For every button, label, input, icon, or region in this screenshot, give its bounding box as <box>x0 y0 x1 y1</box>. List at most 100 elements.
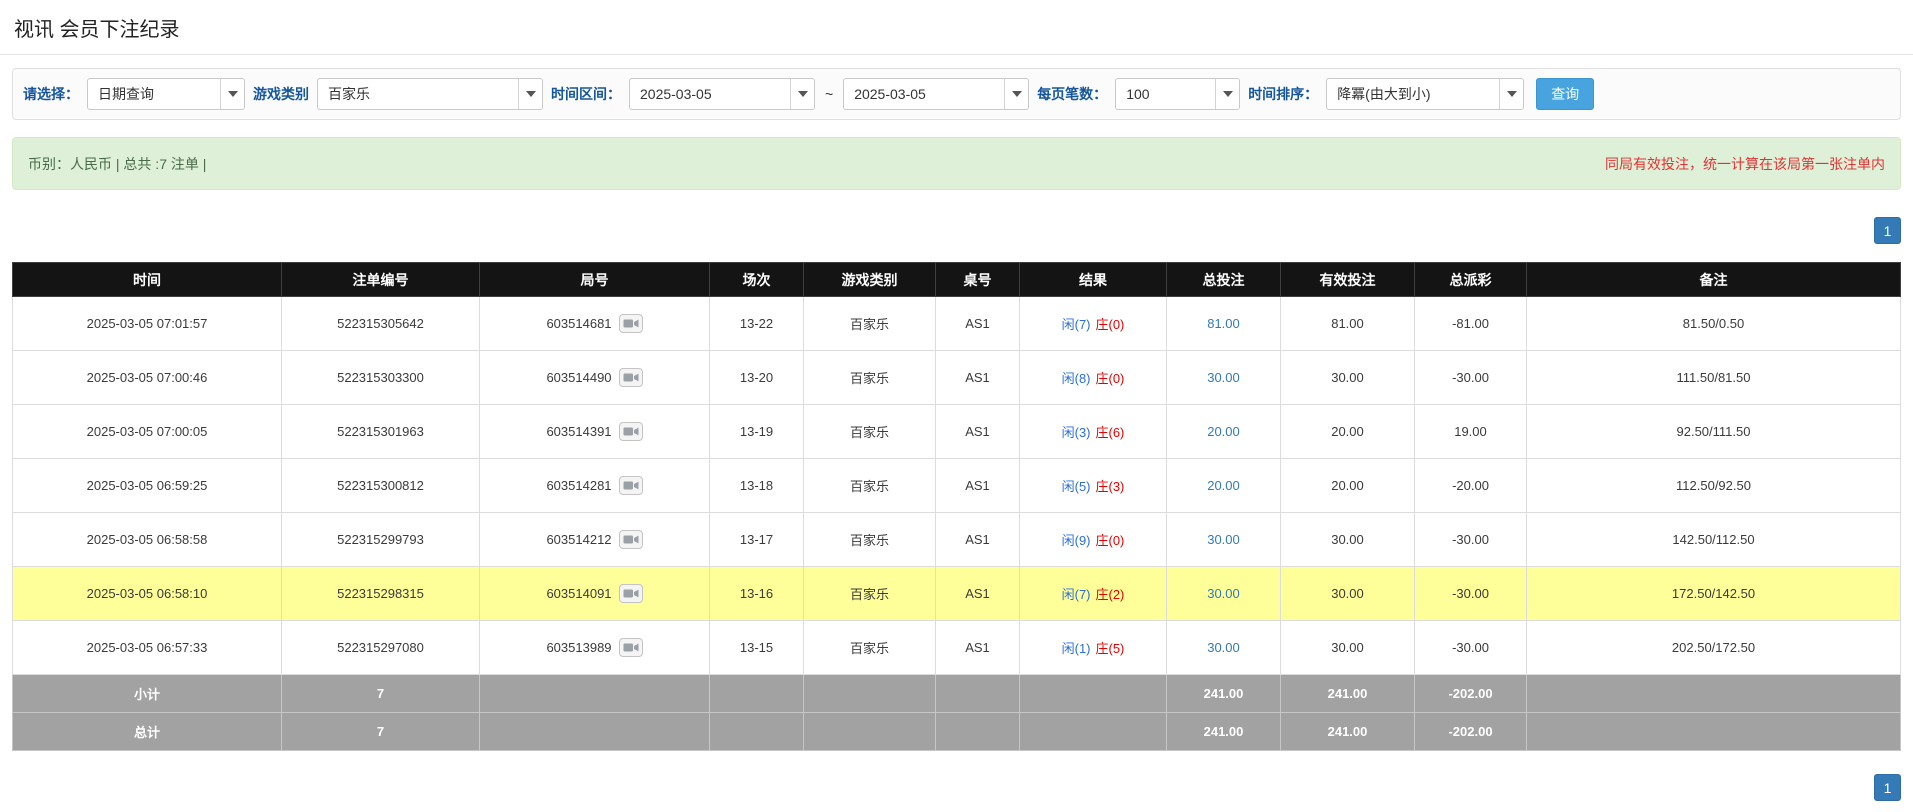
total-bet-link[interactable]: 30.00 <box>1207 586 1240 601</box>
cell-game-type: 百家乐 <box>804 513 936 567</box>
cell-session: 13-15 <box>710 621 804 675</box>
cell-valid-bet: 30.00 <box>1281 513 1415 567</box>
total-bet-link[interactable]: 20.00 <box>1207 424 1240 439</box>
chevron-down-icon[interactable] <box>518 79 542 109</box>
summary-notice: 同局有效投注，统一计算在该局第一张注单内 <box>1605 154 1885 174</box>
empty-cell <box>480 675 710 713</box>
table-row: 2025-03-05 07:01:57 522315305642 6035146… <box>13 297 1901 351</box>
cell-result: 闲(8)庄(0) <box>1020 351 1167 405</box>
column-header: 结果 <box>1020 263 1167 297</box>
per-page-select[interactable]: 100 <box>1115 78 1240 110</box>
cell-bet-id: 522315303300 <box>282 351 480 405</box>
filter-bar: 请选择： 日期查询 游戏类别 百家乐 时间区间： 2025-03-05 ~ 20… <box>12 68 1901 120</box>
chevron-down-icon[interactable] <box>1499 79 1523 109</box>
column-header: 局号 <box>480 263 710 297</box>
summary-bar: 币别：人民币 | 总共 :7 注单 | 同局有效投注，统一计算在该局第一张注单内 <box>12 137 1901 190</box>
cell-valid-bet: 30.00 <box>1281 351 1415 405</box>
cell-game-type: 百家乐 <box>804 567 936 621</box>
cell-bet-id: 522315297080 <box>282 621 480 675</box>
cell-bet-id: 522315298315 <box>282 567 480 621</box>
cell-table-no: AS1 <box>936 567 1020 621</box>
table-row: 2025-03-05 06:59:25 522315300812 6035142… <box>13 459 1901 513</box>
date-to-value: 2025-03-05 <box>844 79 1004 109</box>
cell-bet-id: 522315301963 <box>282 405 480 459</box>
round-number: 603514091 <box>546 586 611 601</box>
query-type-value: 日期查询 <box>88 79 220 109</box>
sort-order-select[interactable]: 降冪(由大到小) <box>1326 78 1524 110</box>
empty-cell <box>936 713 1020 751</box>
column-header: 游戏类别 <box>804 263 936 297</box>
query-type-select[interactable]: 日期查询 <box>87 78 245 110</box>
cell-total-bet: 20.00 <box>1167 459 1281 513</box>
cell-time: 2025-03-05 07:01:57 <box>13 297 282 351</box>
result-banker: 庄(3) <box>1096 479 1125 494</box>
chevron-down-icon[interactable] <box>1215 79 1239 109</box>
pagination-top: 1 <box>12 217 1901 244</box>
game-type-label: 游戏类别 <box>253 84 309 104</box>
cell-bet-id: 522315299793 <box>282 513 480 567</box>
total-bet-link[interactable]: 30.00 <box>1207 370 1240 385</box>
game-type-select[interactable]: 百家乐 <box>317 78 543 110</box>
result-banker: 庄(5) <box>1096 641 1125 656</box>
page-title: 视讯 会员下注纪录 <box>12 0 1901 54</box>
table-row: 2025-03-05 06:57:33 522315297080 6035139… <box>13 621 1901 675</box>
chevron-down-icon[interactable] <box>790 79 814 109</box>
empty-cell <box>480 713 710 751</box>
sort-order-value: 降冪(由大到小) <box>1327 79 1499 109</box>
cell-round: 603514281 <box>480 459 710 513</box>
cell-round: 603514391 <box>480 405 710 459</box>
empty-cell <box>804 713 936 751</box>
game-type-value: 百家乐 <box>318 79 518 109</box>
total-bet-link[interactable]: 30.00 <box>1207 532 1240 547</box>
cell-game-type: 百家乐 <box>804 297 936 351</box>
total-label: 总计 <box>13 713 282 751</box>
search-button[interactable]: 查询 <box>1536 78 1594 110</box>
column-header: 场次 <box>710 263 804 297</box>
cell-round: 603514490 <box>480 351 710 405</box>
chevron-down-icon[interactable] <box>1004 79 1028 109</box>
video-replay-icon[interactable] <box>619 530 643 549</box>
video-replay-icon[interactable] <box>619 476 643 495</box>
video-replay-icon[interactable] <box>619 422 643 441</box>
video-replay-icon[interactable] <box>619 368 643 387</box>
cell-result: 闲(7)庄(2) <box>1020 567 1167 621</box>
table-header-row: 时间注单编号局号场次游戏类别桌号结果总投注有效投注总派彩备注 <box>13 263 1901 297</box>
pagination-page-1-button[interactable]: 1 <box>1874 217 1901 244</box>
video-replay-icon[interactable] <box>619 584 643 603</box>
summary-currency-count: 币别：人民币 | 总共 :7 注单 | <box>28 154 206 174</box>
chevron-down-icon[interactable] <box>220 79 244 109</box>
cell-result: 闲(9)庄(0) <box>1020 513 1167 567</box>
cell-session: 13-20 <box>710 351 804 405</box>
pagination-page-1-button[interactable]: 1 <box>1874 774 1901 801</box>
column-header: 备注 <box>1527 263 1901 297</box>
title-divider <box>0 54 1913 55</box>
video-replay-icon[interactable] <box>619 638 643 657</box>
cell-payout: -30.00 <box>1415 351 1527 405</box>
result-player: 闲(3) <box>1062 425 1091 440</box>
cell-valid-bet: 20.00 <box>1281 459 1415 513</box>
cell-session: 13-16 <box>710 567 804 621</box>
date-to-select[interactable]: 2025-03-05 <box>843 78 1029 110</box>
total-bet-link[interactable]: 81.00 <box>1207 316 1240 331</box>
cell-time: 2025-03-05 07:00:05 <box>13 405 282 459</box>
cell-bet-id: 522315300812 <box>282 459 480 513</box>
empty-cell <box>1527 713 1901 751</box>
cell-total-bet: 30.00 <box>1167 513 1281 567</box>
column-header: 时间 <box>13 263 282 297</box>
total-bet-link[interactable]: 30.00 <box>1207 640 1240 655</box>
cell-total-bet: 30.00 <box>1167 351 1281 405</box>
total-total-bet: 241.00 <box>1167 713 1281 751</box>
total-bet-link[interactable]: 20.00 <box>1207 478 1240 493</box>
date-from-select[interactable]: 2025-03-05 <box>629 78 815 110</box>
table-row: 2025-03-05 07:00:46 522315303300 6035144… <box>13 351 1901 405</box>
table-body: 2025-03-05 07:01:57 522315305642 6035146… <box>13 297 1901 675</box>
round-number: 603514681 <box>546 316 611 331</box>
cell-session: 13-18 <box>710 459 804 513</box>
per-page-value: 100 <box>1116 79 1215 109</box>
cell-table-no: AS1 <box>936 513 1020 567</box>
subtotal-count: 7 <box>282 675 480 713</box>
video-replay-icon[interactable] <box>619 314 643 333</box>
range-separator: ~ <box>823 86 835 102</box>
cell-time: 2025-03-05 06:59:25 <box>13 459 282 513</box>
empty-cell <box>804 675 936 713</box>
